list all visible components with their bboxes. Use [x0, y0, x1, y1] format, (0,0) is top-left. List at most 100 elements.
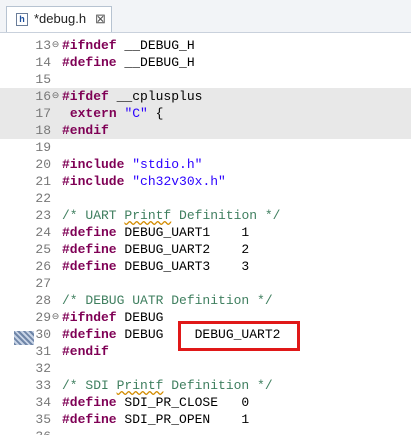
- fold-toggle-icon[interactable]: ⊖: [51, 309, 60, 326]
- code-token: DEBUG_UART3 3: [116, 259, 250, 274]
- line-number: 18: [35, 123, 51, 138]
- code-token: #define: [62, 327, 117, 342]
- code-token: {: [147, 106, 164, 121]
- line-number: 31: [35, 344, 51, 359]
- code-line[interactable]: 26 #define DEBUG_UART3 3: [0, 258, 411, 275]
- code-line[interactable]: 22: [0, 190, 411, 207]
- code-text: #include "ch32v30x.h": [62, 173, 226, 190]
- code-token: /* SDI: [62, 378, 117, 393]
- code-token: Definition */: [163, 378, 273, 393]
- code-line[interactable]: 24 #define DEBUG_UART1 1: [0, 224, 411, 241]
- code-text: #define SDI_PR_OPEN 1: [62, 411, 249, 428]
- line-number: 17: [35, 106, 51, 121]
- line-number: 28: [35, 293, 51, 308]
- code-line[interactable]: 17 extern "C" {: [0, 105, 411, 122]
- code-line[interactable]: 14 #define __DEBUG_H: [0, 54, 411, 71]
- line-number: 24: [35, 225, 51, 240]
- code-text: #define __DEBUG_H: [62, 54, 195, 71]
- code-token: DEBUG_UART2 2: [116, 242, 250, 257]
- code-line[interactable]: 20 #include "stdio.h": [0, 156, 411, 173]
- code-line[interactable]: 33 /* SDI Printf Definition */: [0, 377, 411, 394]
- fold-toggle-icon[interactable]: ⊖: [51, 88, 60, 105]
- code-token: DEBUG: [116, 310, 164, 325]
- line-number: 22: [35, 191, 51, 206]
- line-number: 29: [35, 310, 51, 325]
- code-token: #define: [62, 259, 117, 274]
- line-number: 36: [14, 428, 51, 435]
- code-token: __DEBUG_H: [116, 55, 195, 70]
- editor-tab-bar: h *debug.h ⊠: [0, 0, 411, 33]
- line-number: 25: [35, 242, 51, 257]
- code-token: __cplusplus: [108, 89, 203, 104]
- code-token: "ch32v30x.h": [132, 174, 226, 189]
- code-token: #endif: [62, 344, 109, 359]
- highlight-box: [178, 321, 300, 351]
- line-number: 27: [35, 276, 51, 291]
- code-line[interactable]: 32: [0, 360, 411, 377]
- current-line-marker: [14, 331, 34, 345]
- code-token: SDI_PR_CLOSE 0: [116, 395, 250, 410]
- code-line[interactable]: 15: [0, 71, 411, 88]
- code-token: SDI_PR_OPEN 1: [116, 412, 250, 427]
- code-token: Printf: [116, 378, 164, 393]
- code-token: #include: [62, 157, 125, 172]
- code-text: #ifndef __DEBUG_H: [62, 37, 195, 54]
- code-text: #ifndef DEBUG: [62, 309, 163, 326]
- code-token: #define: [62, 395, 117, 410]
- code-line[interactable]: 34 #define SDI_PR_CLOSE 0: [0, 394, 411, 411]
- code-token: #define: [62, 242, 117, 257]
- code-token: /* DEBUG UATR Definition */: [62, 293, 273, 308]
- code-token: Printf: [124, 208, 172, 223]
- line-number: 32: [35, 361, 51, 376]
- line-number: 19: [35, 140, 51, 155]
- code-line[interactable]: 23 /* UART Printf Definition */: [0, 207, 411, 224]
- code-text: extern "C" {: [62, 105, 164, 122]
- close-icon[interactable]: ⊠: [95, 11, 106, 27]
- line-number: 35: [35, 412, 51, 427]
- code-text: /* DEBUG UATR Definition */: [62, 292, 273, 309]
- code-text: #define DEBUG_UART1 1: [62, 224, 249, 241]
- code-token: Definition */: [171, 208, 281, 223]
- code-line[interactable]: 36: [0, 428, 411, 435]
- tab-debug-h[interactable]: h *debug.h ⊠: [6, 6, 112, 32]
- line-number: 33: [35, 378, 51, 393]
- code-text: #ifdef __cplusplus: [62, 88, 202, 105]
- code-token: #ifndef: [62, 310, 117, 325]
- code-line[interactable]: 13 ⊖ #ifndef __DEBUG_H: [0, 37, 411, 54]
- code-token: #include: [62, 174, 125, 189]
- code-line[interactable]: 25 #define DEBUG_UART2 2: [0, 241, 411, 258]
- line-number: 14: [35, 55, 51, 70]
- code-text: /* UART Printf Definition */: [62, 207, 280, 224]
- code-text: #include "stdio.h": [62, 156, 202, 173]
- line-number: 23: [35, 208, 51, 223]
- fold-toggle-icon[interactable]: ⊖: [51, 37, 60, 54]
- line-number: 34: [35, 395, 51, 410]
- line-number: 16: [35, 89, 51, 104]
- code-line[interactable]: 27: [0, 275, 411, 292]
- line-number: 20: [35, 157, 51, 172]
- code-line[interactable]: 18 #endif: [0, 122, 411, 139]
- code-token: /* UART: [62, 208, 125, 223]
- code-token: DEBUG_UART1 1: [116, 225, 250, 240]
- code-line[interactable]: 19: [0, 139, 411, 156]
- code-token: "C": [124, 106, 148, 121]
- code-editor[interactable]: 13 ⊖ #ifndef __DEBUG_H 14 #define __DEBUG_H 1…: [0, 33, 411, 435]
- code-line[interactable]: 35 #define SDI_PR_OPEN 1: [0, 411, 411, 428]
- code-token: #ifdef: [62, 89, 109, 104]
- code-token: __DEBUG_H: [116, 38, 195, 53]
- code-token: #define: [62, 225, 117, 240]
- code-token: #define: [62, 55, 117, 70]
- line-number: 13: [35, 38, 51, 53]
- code-line[interactable]: 28 /* DEBUG UATR Definition */: [0, 292, 411, 309]
- tab-title: *debug.h: [34, 11, 87, 26]
- code-line[interactable]: 16 ⊖ #ifdef __cplusplus: [0, 88, 411, 105]
- code-line[interactable]: 21 #include "ch32v30x.h": [0, 173, 411, 190]
- code-text: #endif: [62, 122, 109, 139]
- code-text: #define DEBUG_UART2 2: [62, 241, 249, 258]
- line-number: 15: [35, 72, 51, 87]
- code-text: #define DEBUG_UART3 3: [62, 258, 249, 275]
- line-number: 21: [35, 174, 51, 189]
- code-text: #define SDI_PR_CLOSE 0: [62, 394, 249, 411]
- code-token: #define: [62, 412, 117, 427]
